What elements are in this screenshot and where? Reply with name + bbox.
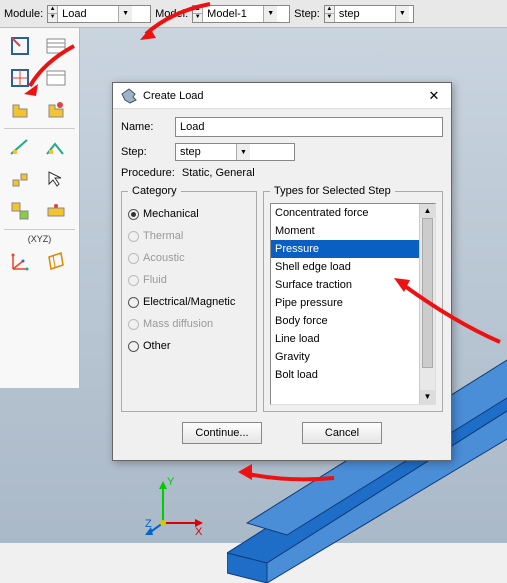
category-fieldset: Category MechanicalThermalAcousticFluidE…: [121, 185, 257, 412]
procedure-value: Static, General: [182, 167, 255, 179]
tool-bc-manager-icon[interactable]: [40, 64, 72, 92]
module-combo[interactable]: ▲▼ Load ▼: [47, 5, 151, 23]
scroll-down-icon[interactable]: ▼: [420, 390, 435, 404]
module-label: Module:: [4, 8, 43, 20]
types-listbox[interactable]: Concentrated forceMomentPressureShell ed…: [271, 204, 419, 404]
model-value: Model-1: [203, 6, 263, 22]
tool-amp2-icon[interactable]: [40, 133, 72, 161]
category-legend: Category: [128, 185, 181, 197]
dialog-icon: [121, 88, 137, 104]
dlg-step-value: step: [176, 144, 236, 160]
separator: [4, 128, 75, 129]
step-dropdown-icon[interactable]: ▼: [395, 6, 409, 22]
model-combo[interactable]: ▲▼ Model-1 ▼: [192, 5, 290, 23]
type-item-pressure[interactable]: Pressure: [271, 240, 419, 258]
category-radio-mechanical[interactable]: Mechanical: [128, 203, 250, 225]
type-item-shelledgeload[interactable]: Shell edge load: [271, 258, 419, 276]
axis-triad: Y X Z: [145, 475, 205, 535]
svg-text:Y: Y: [167, 476, 175, 488]
type-item-concentratedforce[interactable]: Concentrated force: [271, 204, 419, 222]
dialog-titlebar[interactable]: Create Load ✕: [113, 83, 451, 109]
cancel-button[interactable]: Cancel: [302, 422, 382, 444]
module-dropdown-icon[interactable]: ▼: [118, 6, 132, 22]
module-value: Load: [58, 6, 118, 22]
tool-plane-icon[interactable]: [40, 248, 72, 276]
category-radio-acoustic: Acoustic: [128, 247, 250, 269]
type-item-bodyforce[interactable]: Body force: [271, 312, 419, 330]
type-item-lineload[interactable]: Line load: [271, 330, 419, 348]
model-label: Model:: [155, 8, 188, 20]
types-legend: Types for Selected Step: [270, 185, 395, 197]
step-spinner[interactable]: ▲▼: [325, 6, 335, 22]
top-toolbar: Module: ▲▼ Load ▼ Model: ▲▼ Model-1 ▼ St…: [0, 0, 507, 28]
category-radio-massdiffusion: Mass diffusion: [128, 313, 250, 335]
svg-text:Z: Z: [145, 518, 152, 530]
dlg-step-dropdown-icon[interactable]: ▼: [236, 144, 250, 160]
tool-load-manager-icon[interactable]: [40, 32, 72, 60]
procedure-label: Procedure:: [121, 167, 175, 179]
type-item-surfacetraction[interactable]: Surface traction: [271, 276, 419, 294]
type-item-boltload[interactable]: Bolt load: [271, 366, 419, 384]
separator: [4, 229, 75, 230]
step-label: Step:: [294, 8, 320, 20]
dialog-title: Create Load: [143, 90, 425, 102]
dlg-step-combo[interactable]: step ▼: [175, 143, 295, 161]
module-spinner[interactable]: ▲▼: [48, 6, 58, 22]
types-fieldset: Types for Selected Step Concentrated for…: [263, 185, 443, 412]
create-load-dialog: Create Load ✕ Name: Step: step ▼ Procedu…: [112, 82, 452, 461]
model-spinner[interactable]: ▲▼: [193, 6, 203, 22]
tool-amplitude-icon[interactable]: [4, 133, 36, 161]
category-radio-thermal: Thermal: [128, 225, 250, 247]
tool-datum-icon[interactable]: [4, 248, 36, 276]
type-item-gravity[interactable]: Gravity: [271, 348, 419, 366]
tool-palette: (XYZ): [0, 28, 80, 388]
close-button[interactable]: ✕: [425, 87, 443, 105]
model-dropdown-icon[interactable]: ▼: [263, 6, 277, 22]
tool-create-load-icon[interactable]: [4, 32, 36, 60]
tool-set-icon[interactable]: [40, 197, 72, 225]
dlg-step-label: Step:: [121, 146, 175, 158]
continue-button[interactable]: Continue...: [182, 422, 262, 444]
tool-assembly-icon[interactable]: [4, 197, 36, 225]
type-item-moment[interactable]: Moment: [271, 222, 419, 240]
tool-temp-icon[interactable]: [40, 96, 72, 124]
svg-text:X: X: [195, 526, 203, 535]
step-combo[interactable]: ▲▼ step ▼: [324, 5, 414, 23]
scroll-up-icon[interactable]: ▲: [420, 204, 435, 218]
category-radio-fluid: Fluid: [128, 269, 250, 291]
type-item-pipepressure[interactable]: Pipe pressure: [271, 294, 419, 312]
category-radio-electricalmagnetic[interactable]: Electrical/Magnetic: [128, 291, 250, 313]
category-radio-other[interactable]: Other: [128, 335, 250, 357]
xyz-label: (XYZ): [4, 234, 75, 244]
name-input[interactable]: [175, 117, 443, 137]
step-value: step: [335, 6, 395, 22]
tool-case-icon[interactable]: [4, 165, 36, 193]
tool-field-icon[interactable]: [4, 96, 36, 124]
tool-pick-icon[interactable]: [40, 165, 72, 193]
types-scrollbar[interactable]: ▲ ▼: [419, 204, 435, 404]
tool-bc-icon[interactable]: [4, 64, 36, 92]
scroll-thumb[interactable]: [422, 218, 433, 368]
name-label: Name:: [121, 121, 175, 133]
